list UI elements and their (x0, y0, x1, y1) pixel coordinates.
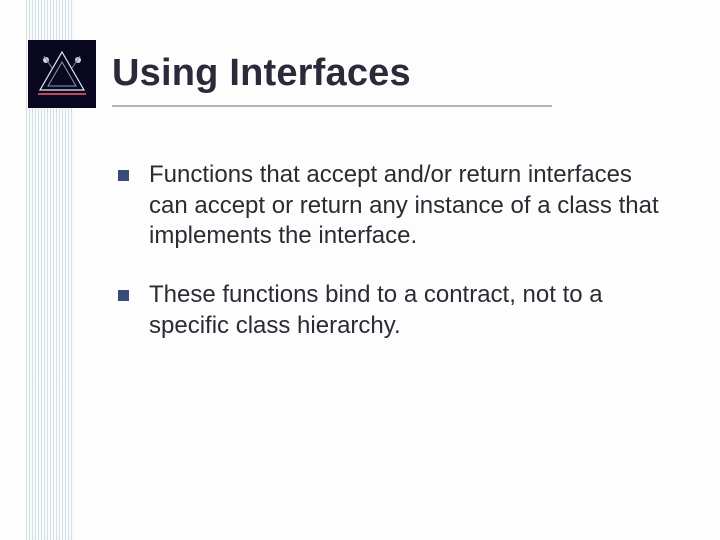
slide-body: Functions that accept and/or return inte… (118, 160, 660, 370)
bullet-square-icon (118, 290, 129, 301)
title-underline (112, 105, 552, 107)
bullet-square-icon (118, 170, 129, 181)
bullet-item: Functions that accept and/or return inte… (118, 160, 660, 252)
slide: Using Interfaces Functions that accept a… (0, 0, 720, 540)
bullet-text: Functions that accept and/or return inte… (149, 160, 660, 252)
title-area: Using Interfaces (112, 52, 680, 107)
bullet-text: These functions bind to a contract, not … (149, 280, 660, 341)
slide-title: Using Interfaces (112, 52, 680, 103)
bullet-item: These functions bind to a contract, not … (118, 280, 660, 341)
course-logo (28, 40, 96, 108)
logo-graphic (34, 46, 90, 102)
